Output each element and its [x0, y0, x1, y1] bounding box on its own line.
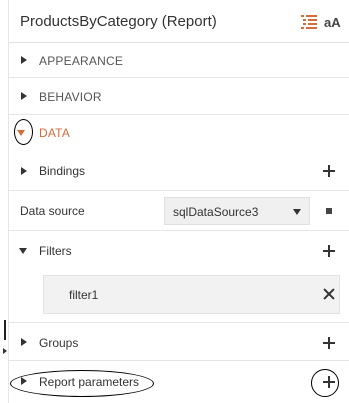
chevron-down-icon	[293, 209, 301, 215]
add-binding-icon[interactable]	[323, 165, 335, 177]
section-appearance-label: APPEARANCE	[39, 54, 124, 68]
section-behavior-label: BEHAVIOR	[39, 90, 102, 104]
highlight-ellipse	[14, 119, 33, 145]
data-source-options-icon[interactable]	[326, 208, 332, 214]
property-filters[interactable]: Filters	[9, 231, 349, 270]
text-case-icon[interactable]: aA	[324, 15, 341, 30]
properties-panel: ProductsByCategory (Report) aA APPEARANC…	[8, 0, 349, 403]
section-behavior[interactable]: BEHAVIOR	[9, 78, 349, 115]
caret-right-icon	[21, 338, 27, 346]
groups-label: Groups	[39, 336, 79, 350]
panel-header: ProductsByCategory (Report) aA	[9, 0, 349, 43]
panel-splitter-handle[interactable]	[4, 320, 6, 340]
property-bindings[interactable]: Bindings	[9, 152, 349, 191]
section-data-label: DATA	[39, 126, 71, 140]
bindings-label: Bindings	[39, 164, 86, 178]
caret-right-icon	[21, 92, 27, 100]
section-appearance[interactable]: APPEARANCE	[9, 43, 349, 78]
filter-item-label: filter1	[69, 288, 99, 302]
add-filter-icon[interactable]	[323, 245, 335, 257]
splitter-arrow-icon[interactable]	[3, 348, 7, 354]
filter-item[interactable]: filter1	[43, 275, 340, 314]
properties-list-icon[interactable]	[301, 14, 317, 30]
highlight-ellipse	[311, 369, 339, 397]
highlight-ellipse	[10, 370, 154, 397]
panel-title: ProductsByCategory (Report)	[20, 13, 217, 30]
caret-right-icon	[21, 56, 27, 64]
add-group-icon[interactable]	[323, 337, 335, 349]
remove-filter-icon[interactable]	[323, 288, 335, 300]
caret-down-icon	[19, 248, 27, 254]
filters-label: Filters	[39, 244, 72, 258]
data-source-label: Data source	[20, 204, 85, 218]
data-source-value: sqlDataSource3	[173, 205, 259, 219]
section-data[interactable]: DATA	[9, 115, 349, 152]
data-source-select[interactable]: sqlDataSource3	[164, 197, 310, 225]
property-groups[interactable]: Groups	[9, 322, 349, 361]
caret-right-icon	[21, 167, 27, 175]
